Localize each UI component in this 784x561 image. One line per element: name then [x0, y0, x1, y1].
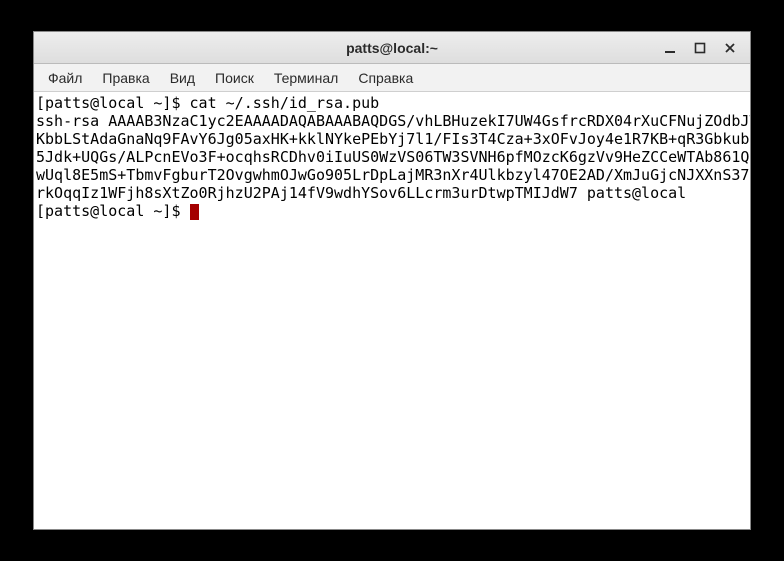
terminal-line: [patts@local ~]$ cat ~/.ssh/id_rsa.pub: [36, 94, 379, 112]
cursor-icon: [190, 204, 199, 220]
terminal-line: wUql8E5mS+TbmvFgburT2OvgwhmOJwGo905LrDpL…: [36, 166, 750, 184]
titlebar[interactable]: patts@local:~: [34, 32, 750, 64]
menu-view[interactable]: Вид: [160, 64, 205, 91]
menu-terminal[interactable]: Терминал: [264, 64, 348, 91]
menu-edit[interactable]: Правка: [92, 64, 159, 91]
terminal-area[interactable]: [patts@local ~]$ cat ~/.ssh/id_rsa.pub s…: [34, 92, 750, 529]
terminal-line: rkOqqIz1WFjh8sXtZo0RjhzU2PAj14fV9wdhYSov…: [36, 184, 686, 202]
window-controls: [660, 32, 746, 63]
terminal-line: [patts@local ~]$: [36, 202, 199, 220]
command-text: cat ~/.ssh/id_rsa.pub: [190, 94, 380, 112]
maximize-button[interactable]: [690, 38, 710, 58]
terminal-line: ssh-rsa AAAAB3NzaC1yc2EAAAADAQABAAABAQDG…: [36, 112, 750, 130]
terminal-window: patts@local:~ Файл Правка Вид Поиск Терм…: [33, 31, 751, 530]
close-button[interactable]: [720, 38, 740, 58]
prompt: [patts@local ~]$: [36, 94, 190, 112]
menu-search[interactable]: Поиск: [205, 64, 264, 91]
prompt: [patts@local ~]$: [36, 202, 190, 220]
terminal-line: KbbLStAdaGnaNq9FAvY6Jg05axHK+kklNYkePEbY…: [36, 130, 750, 148]
minimize-button[interactable]: [660, 38, 680, 58]
terminal-line: 5Jdk+UQGs/ALPcnEVo3F+ocqhsRCDhv0iIuUS0Wz…: [36, 148, 750, 166]
menu-file[interactable]: Файл: [38, 64, 92, 91]
menu-help[interactable]: Справка: [348, 64, 423, 91]
menubar: Файл Правка Вид Поиск Терминал Справка: [34, 64, 750, 92]
window-title: patts@local:~: [34, 40, 750, 56]
